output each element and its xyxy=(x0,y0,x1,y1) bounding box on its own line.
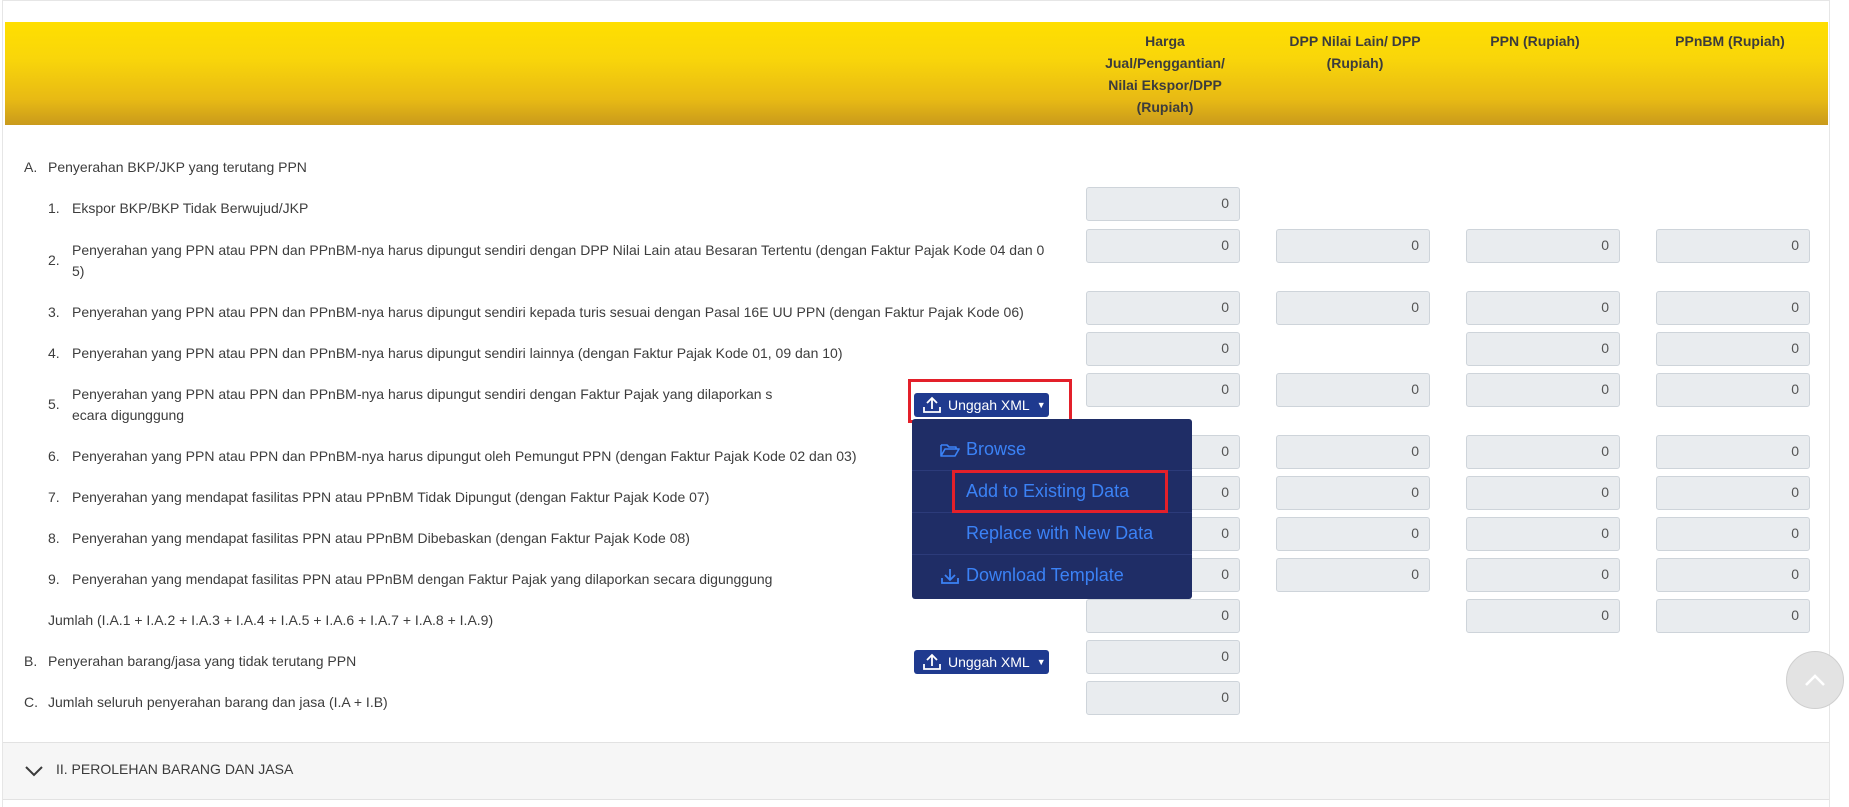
download-icon xyxy=(940,567,960,585)
jumlah-ppn-field[interactable]: 0 xyxy=(1466,599,1620,633)
row-6-number: 6. xyxy=(48,448,60,464)
row-9-label: Penyerahan yang mendapat fasilitas PPN a… xyxy=(72,571,773,587)
column-header-harga: Harga Jual/Penggantian/ Nilai Ekspor/DPP… xyxy=(1105,33,1225,115)
row-9-ppn-field[interactable]: 0 xyxy=(1466,558,1620,592)
section-c-number: C. xyxy=(24,694,38,710)
dropdown-item-replace-new[interactable]: Replace with New Data xyxy=(912,513,1192,554)
column-header-ppn: PPN (Rupiah) xyxy=(1490,33,1580,49)
section-a-number: A. xyxy=(24,159,38,175)
row-5-label: Penyerahan yang PPN atau PPN dan PPnBM-n… xyxy=(72,386,773,423)
row-8-dpp-field[interactable]: 0 xyxy=(1276,517,1430,551)
row-3-number: 3. xyxy=(48,304,60,320)
row-2-dpp-field[interactable]: 0 xyxy=(1276,229,1430,263)
row-7-number: 7. xyxy=(48,489,60,505)
upload-xml-button-section-b[interactable]: Unggah XML ▼ xyxy=(914,650,1049,674)
caret-down-icon: ▼ xyxy=(1036,400,1046,410)
column-header-dpp: DPP Nilai Lain/ DPP (Rupiah) xyxy=(1289,33,1421,71)
row-3-harga-field[interactable]: 0 xyxy=(1086,291,1240,325)
row-3-ppn-field[interactable]: 0 xyxy=(1466,291,1620,325)
row-5-number: 5. xyxy=(48,396,60,412)
dropdown-item-browse[interactable]: Browse xyxy=(912,429,1192,470)
dropdown-item-label: Download Template xyxy=(966,565,1124,585)
row-8-label: Penyerahan yang mendapat fasilitas PPN a… xyxy=(72,530,690,546)
section-b-number: B. xyxy=(24,653,38,669)
row-1-harga-field[interactable]: 0 xyxy=(1086,187,1240,221)
caret-down-icon: ▼ xyxy=(1036,657,1046,667)
row-7-dpp-field[interactable]: 0 xyxy=(1276,476,1430,510)
row-7-ppn-field[interactable]: 0 xyxy=(1466,476,1620,510)
upload-xml-button-row-5[interactable]: Unggah XML ▼ xyxy=(914,393,1049,417)
row-4-ppnbm-field[interactable]: 0 xyxy=(1656,332,1810,366)
row-3-label: Penyerahan yang PPN atau PPN dan PPnBM-n… xyxy=(72,304,1024,320)
add-existing-highlight xyxy=(952,470,1168,513)
jumlah-label: Jumlah (I.A.1 + I.A.2 + I.A.3 + I.A.4 + … xyxy=(48,612,494,628)
row-3-dpp-field[interactable]: 0 xyxy=(1276,291,1430,325)
upload-button-label: Unggah XML xyxy=(948,397,1030,413)
row-7-ppnbm-field[interactable]: 0 xyxy=(1656,476,1810,510)
section-a-label: Penyerahan BKP/JKP yang terutang PPN xyxy=(48,159,307,175)
dropdown-item-label: Replace with New Data xyxy=(966,523,1154,543)
row-6-dpp-field[interactable]: 0 xyxy=(1276,435,1430,469)
row-9-number: 9. xyxy=(48,571,60,587)
upload-button-label: Unggah XML xyxy=(948,654,1030,670)
row-2-ppnbm-field[interactable]: 0 xyxy=(1656,229,1810,263)
jumlah-harga-field[interactable]: 0 xyxy=(1086,599,1240,633)
upload-icon xyxy=(922,653,942,671)
row-4-ppn-field[interactable]: 0 xyxy=(1466,332,1620,366)
row-2-ppn-field[interactable]: 0 xyxy=(1466,229,1620,263)
upload-icon xyxy=(922,396,942,414)
dropdown-item-label: Browse xyxy=(966,439,1027,459)
row-8-ppnbm-field[interactable]: 0 xyxy=(1656,517,1810,551)
chevron-down-icon xyxy=(25,765,43,777)
row-1-label: Ekspor BKP/BKP Tidak Berwujud/JKP xyxy=(72,200,309,216)
row-8-ppn-field[interactable]: 0 xyxy=(1466,517,1620,551)
jumlah-ppnbm-field[interactable]: 0 xyxy=(1656,599,1810,633)
row-3-ppnbm-field[interactable]: 0 xyxy=(1656,291,1810,325)
section-ii-title: II. PEROLEHAN BARANG DAN JASA xyxy=(56,761,294,777)
row-5-dpp-field[interactable]: 0 xyxy=(1276,373,1430,407)
row-7-label: Penyerahan yang mendapat fasilitas PPN a… xyxy=(72,489,710,505)
row-6-label: Penyerahan yang PPN atau PPN dan PPnBM-n… xyxy=(72,448,857,464)
folder-open-icon xyxy=(940,442,960,458)
column-header-ppnbm: PPnBM (Rupiah) xyxy=(1675,33,1785,49)
row-9-ppnbm-field[interactable]: 0 xyxy=(1656,558,1810,592)
row-1-number: 1. xyxy=(48,200,60,216)
row-6-ppnbm-field[interactable]: 0 xyxy=(1656,435,1810,469)
row-5-ppn-field[interactable]: 0 xyxy=(1466,373,1620,407)
section-b-harga-field[interactable]: 0 xyxy=(1086,640,1240,674)
row-5-ppnbm-field[interactable]: 0 xyxy=(1656,373,1810,407)
row-4-number: 4. xyxy=(48,345,60,361)
row-9-dpp-field[interactable]: 0 xyxy=(1276,558,1430,592)
dropdown-item-download-template[interactable]: Download Template xyxy=(912,555,1192,596)
scroll-to-top-button[interactable] xyxy=(1786,651,1844,709)
row-4-harga-field[interactable]: 0 xyxy=(1086,332,1240,366)
chevron-up-icon xyxy=(1804,673,1826,687)
row-2-number: 2. xyxy=(48,252,60,268)
row-4-label: Penyerahan yang PPN atau PPN dan PPnBM-n… xyxy=(72,345,843,361)
row-2-label: Penyerahan yang PPN atau PPN dan PPnBM-n… xyxy=(72,242,1045,279)
row-6-ppn-field[interactable]: 0 xyxy=(1466,435,1620,469)
row-5-harga-field[interactable]: 0 xyxy=(1086,373,1240,407)
row-8-number: 8. xyxy=(48,530,60,546)
section-c-harga-field[interactable]: 0 xyxy=(1086,681,1240,715)
section-b-label: Penyerahan barang/jasa yang tidak teruta… xyxy=(48,653,357,669)
row-2-harga-field[interactable]: 0 xyxy=(1086,229,1240,263)
section-c-label: Jumlah seluruh penyerahan barang dan jas… xyxy=(48,694,388,710)
